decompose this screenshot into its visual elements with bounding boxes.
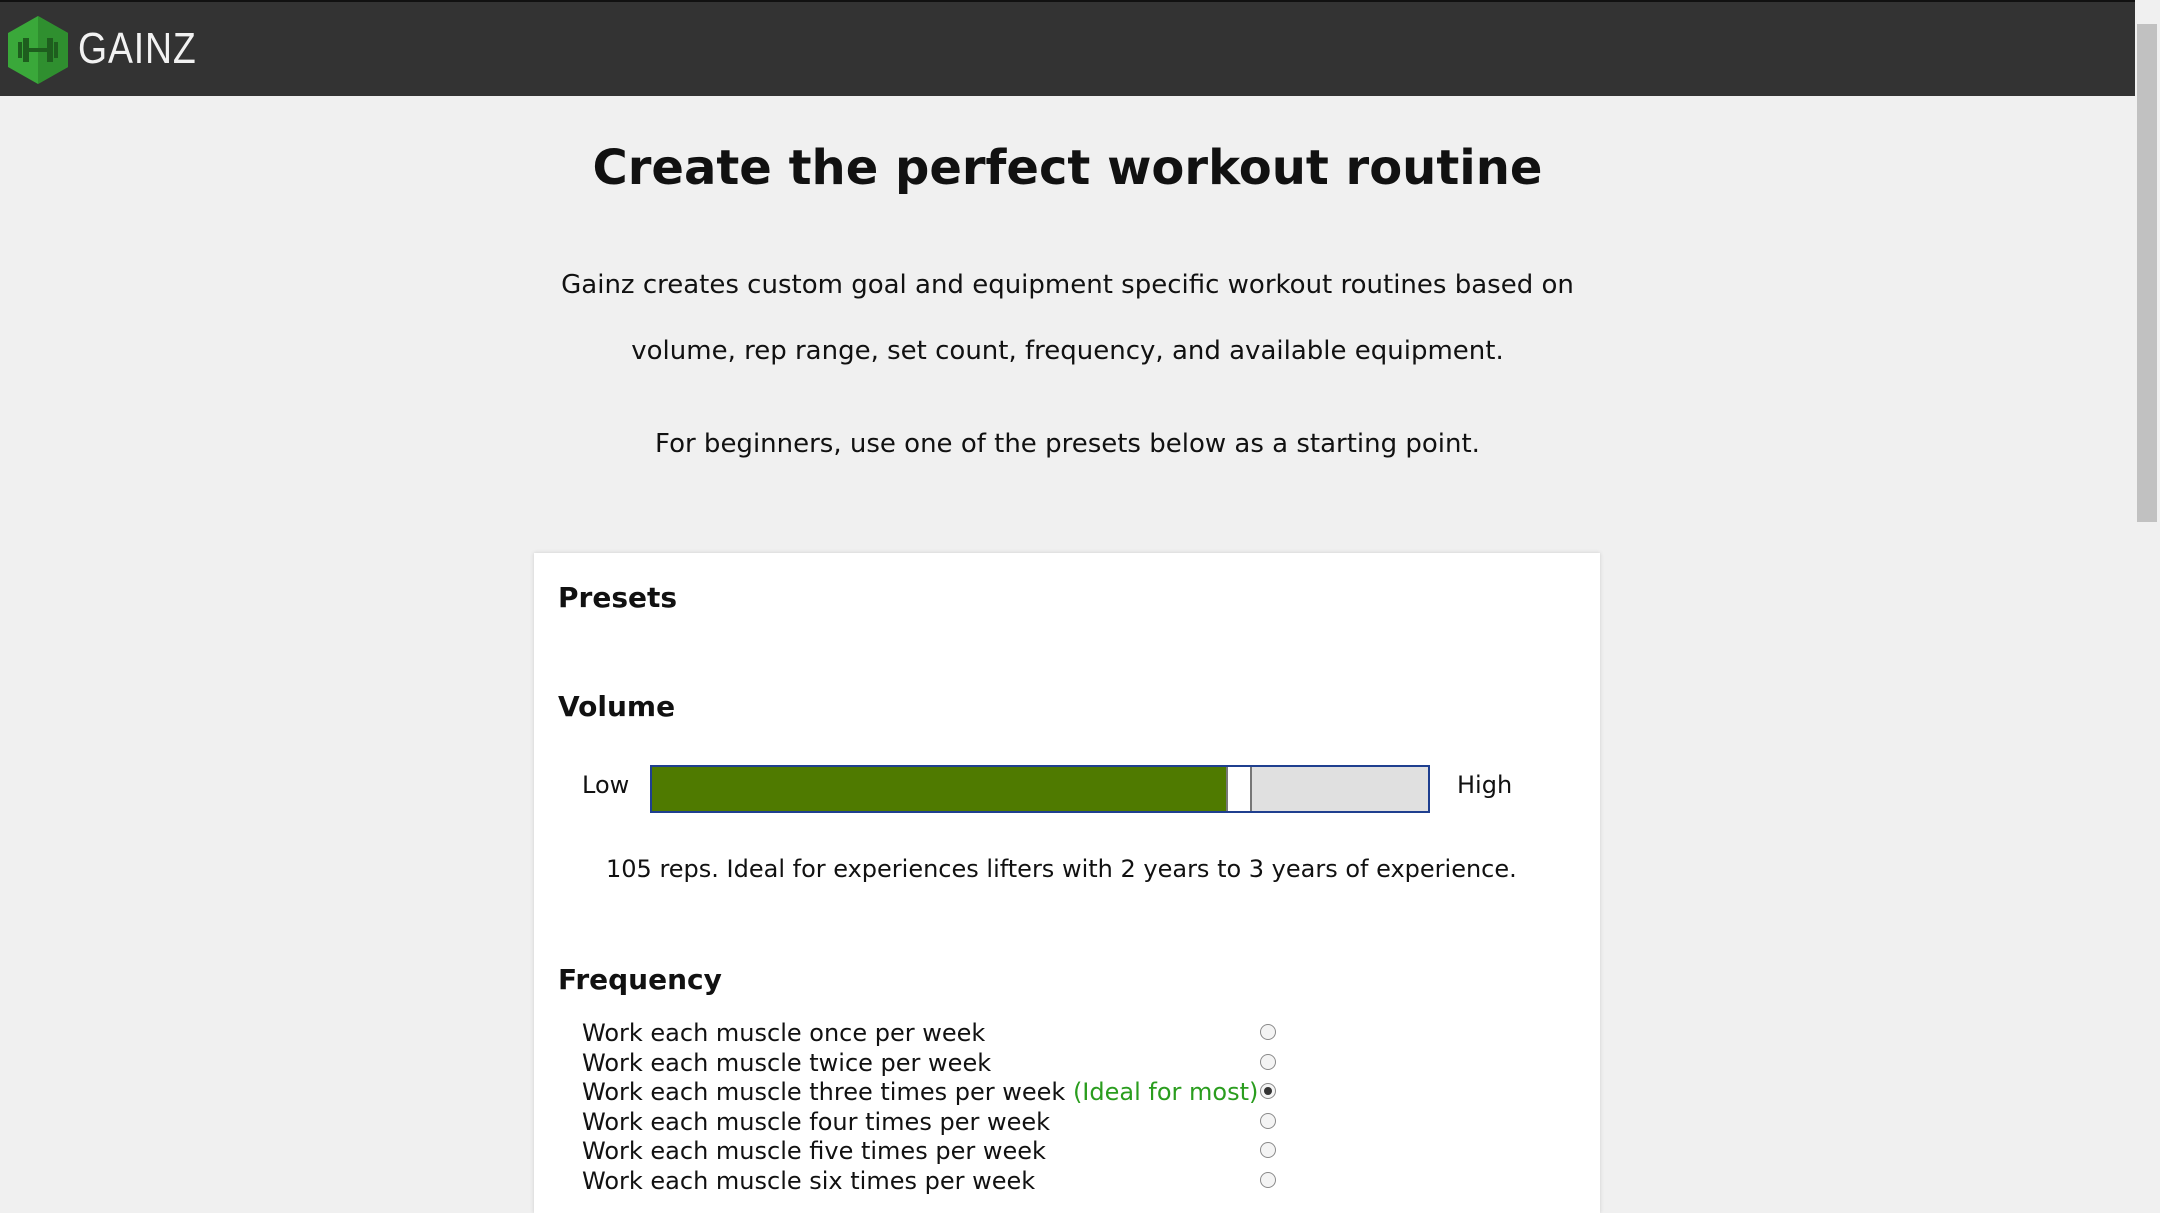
dumbbell-icon[interactable] (6, 14, 70, 86)
frequency-radio[interactable] (1260, 1024, 1276, 1040)
intro-line-2: volume, rep range, set count, frequency,… (631, 336, 1504, 366)
frequency-option[interactable]: Work each muscle twice per week (582, 1049, 1282, 1079)
frequency-option[interactable]: Work each muscle five times per week (582, 1137, 1282, 1167)
top-navbar: GAINZ (0, 0, 2135, 96)
volume-heading: Volume (558, 690, 676, 723)
volume-slider[interactable] (650, 765, 1430, 813)
frequency-option-label: Work each muscle once per week (582, 1019, 986, 1047)
frequency-option[interactable]: Work each muscle once per week (582, 1019, 1282, 1049)
scrollbar[interactable] (2135, 0, 2160, 1202)
frequency-radio[interactable] (1260, 1083, 1276, 1099)
frequency-radio[interactable] (1260, 1112, 1276, 1129)
frequency-option-label: Work each muscle three times per week (I… (582, 1078, 1259, 1106)
frequency-option-label: Work each muscle six times per week (582, 1166, 1036, 1195)
frequency-option-label: Work each muscle four times per week (582, 1107, 1051, 1136)
brand-name[interactable]: GAINZ (78, 24, 197, 74)
frequency-option-label: Work each muscle five times per week (582, 1137, 1046, 1165)
frequency-option[interactable]: Work each muscle six times per week (582, 1167, 1282, 1197)
page-title: Create the perfect workout routine (592, 140, 1543, 196)
intro-line-1: Gainz creates custom goal and equipment … (561, 270, 1574, 300)
frequency-heading: Frequency (558, 963, 722, 996)
volume-slider-thumb[interactable] (1226, 767, 1252, 811)
frequency-radio[interactable] (1260, 1142, 1276, 1158)
volume-high-label: High (1457, 771, 1513, 799)
presets-card: Presets Volume Low High 105 reps. Ideal … (534, 553, 1600, 1213)
presets-heading: Presets (558, 581, 678, 614)
scrollbar-thumb[interactable] (2137, 24, 2157, 522)
frequency-option[interactable]: Work each muscle three times per week (I… (582, 1078, 1282, 1108)
intro-line-3: For beginners, use one of the presets be… (655, 429, 1480, 459)
frequency-options: Work each muscle once per week Work each … (582, 1019, 1282, 1196)
volume-description: 105 reps. Ideal for experiences lifters … (606, 855, 1517, 883)
frequency-radio[interactable] (1260, 1053, 1276, 1070)
ideal-note: (Ideal for most) (1072, 1078, 1259, 1106)
volume-low-label: Low (582, 771, 630, 799)
frequency-radio[interactable] (1260, 1171, 1276, 1188)
frequency-option[interactable]: Work each muscle four times per week (582, 1108, 1282, 1138)
volume-slider-fill (652, 767, 1226, 811)
frequency-option-label: Work each muscle twice per week (582, 1048, 992, 1077)
